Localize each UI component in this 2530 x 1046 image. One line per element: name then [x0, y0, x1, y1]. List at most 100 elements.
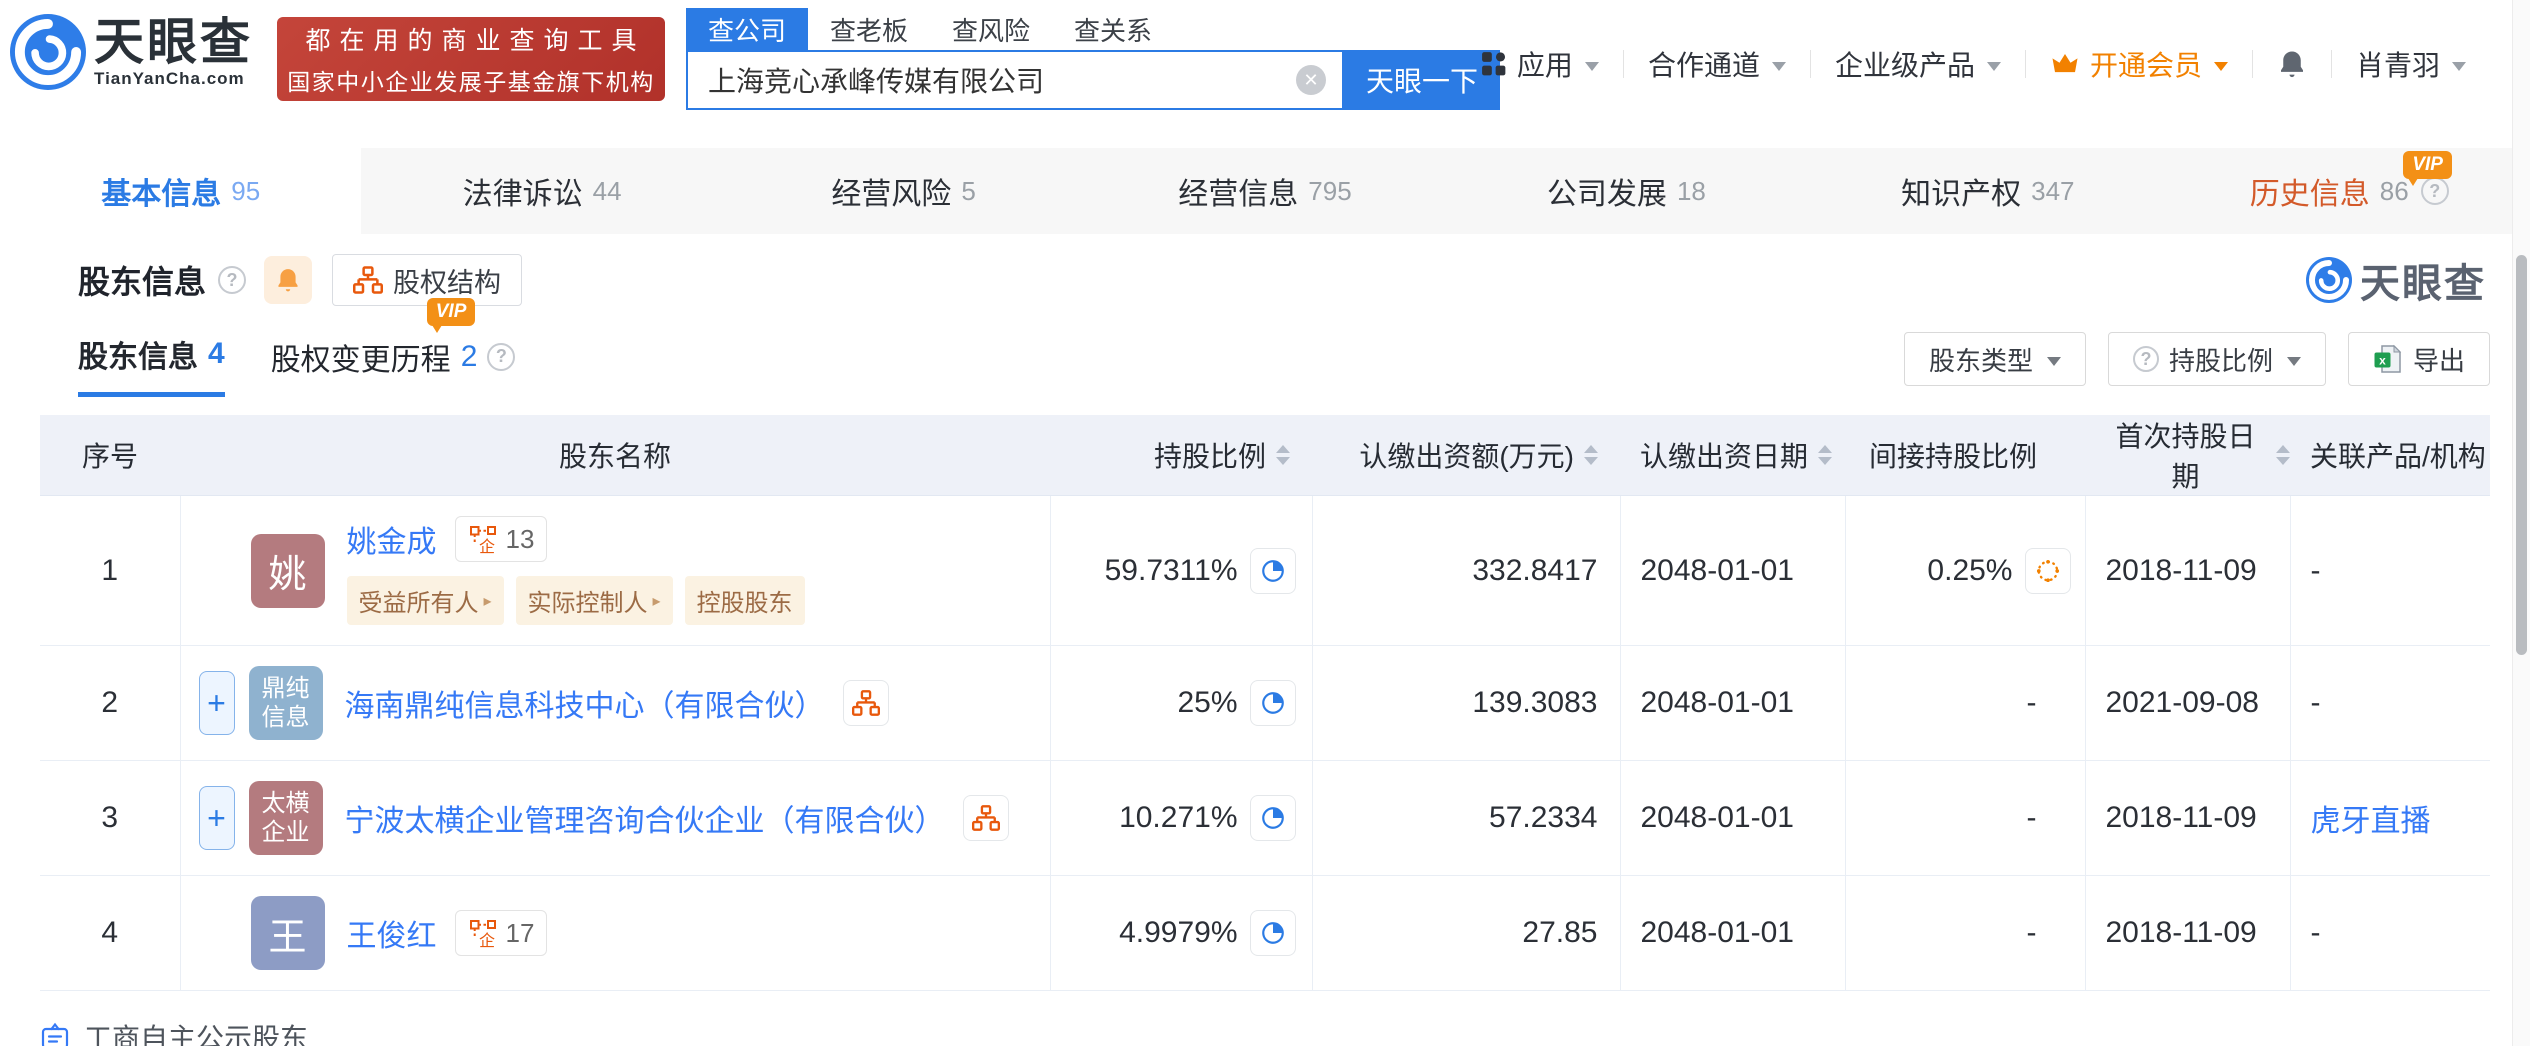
chevron-down-icon [2046, 356, 2061, 366]
row-seq: 3 [40, 760, 181, 876]
export-button[interactable]: x 导出 [2347, 332, 2490, 386]
tianyancha-logo-icon [2306, 257, 2352, 303]
search-tab-relation[interactable]: 查关系 [1052, 8, 1174, 50]
nav-apps[interactable]: 应用 [1457, 44, 1623, 84]
equity-structure-icon[interactable] [962, 795, 1009, 841]
search-tab-risk[interactable]: 查风险 [930, 8, 1052, 50]
col-header-subscribed-date[interactable]: 认缴出资日期 [1620, 415, 1845, 496]
avatar[interactable]: 鼎纯 信息 [248, 666, 323, 740]
tag-actual-controller[interactable]: 实际控制人 ▸ [515, 576, 673, 625]
col-header-subscribed-amount[interactable]: 认缴出资额(万元) [1312, 415, 1620, 496]
help-icon[interactable]: ? [487, 342, 516, 371]
tag-arrow-icon: ▸ [483, 592, 492, 610]
nav-enterprise-label: 企业级产品 [1834, 50, 1975, 81]
search-tabs: 查公司 查老板 查风险 查关系 [686, 8, 1500, 50]
help-icon[interactable]: ? [2420, 177, 2449, 205]
nav-user[interactable]: 肖青羽 [2332, 44, 2490, 84]
nav-open-vip[interactable]: 开通会员 [2026, 44, 2252, 84]
nav-username: 肖青羽 [2355, 50, 2440, 81]
tab-history-info[interactable]: VIP 历史信息 86 ? [2169, 148, 2530, 234]
sort-icon[interactable] [1276, 445, 1290, 465]
tab-operation-risk[interactable]: 经营风险 5 [723, 148, 1084, 234]
equity-structure-icon[interactable] [842, 680, 889, 726]
bell-icon [278, 269, 298, 292]
tab-basic-info[interactable]: 基本信息 95 [0, 148, 362, 234]
tab-operation-info[interactable]: 经营信息 795 [1084, 148, 1445, 234]
row-seq: 2 [40, 645, 181, 761]
avatar[interactable]: 姚 [250, 533, 325, 608]
search-input-value[interactable]: 上海竞心承峰传媒有限公司 [708, 60, 1296, 100]
subscribe-bell-button[interactable] [264, 256, 313, 304]
tag-arrow-icon: ▸ [652, 592, 661, 610]
indirect-ratio-value: 0.25% [1927, 553, 2013, 587]
indirect-holding-icon[interactable] [2024, 547, 2071, 594]
equity-structure-button[interactable]: 股权结构 [332, 254, 523, 306]
shareholder-type-dropdown[interactable]: 股东类型 [1903, 332, 2086, 386]
clear-search-icon[interactable]: ✕ [1296, 65, 1326, 95]
pie-chart-icon[interactable] [1249, 680, 1296, 726]
related-product-link[interactable]: 虎牙直播 [2311, 805, 2431, 838]
table-row: 1 姚 姚金成 企 13 受益所有人 ▸ 实际控制人 ▸ 控股股东 59.731… [40, 495, 2490, 646]
brand-name: 天眼查 [94, 14, 253, 70]
tianyancha-logo[interactable]: 天眼查 TianYanCha.com [10, 14, 253, 90]
svg-text:x: x [2379, 354, 2386, 368]
nav-apps-label: 应用 [1516, 50, 1573, 81]
scrollbar-thumb[interactable] [2516, 255, 2527, 655]
search-input[interactable]: 上海竞心承峰传媒有限公司 ✕ [686, 50, 1344, 110]
shareholder-name-link[interactable]: 海南鼎纯信息科技中心（有限合伙） [345, 681, 825, 725]
sort-icon[interactable] [1818, 445, 1833, 465]
shareholder-subtab-row: 股东信息 4 VIP 股权变更历程 2 ? 股东类型 ? 持股比例 x 导出 [0, 298, 2530, 397]
holding-ratio-value: 4.9979% [1119, 916, 1238, 949]
relation-count-badge[interactable]: 企 13 [454, 516, 548, 562]
tab-intellectual-property[interactable]: 知识产权 347 [1807, 148, 2168, 234]
help-icon[interactable]: ? [218, 266, 247, 294]
indirect-ratio-value: - [1845, 875, 2086, 991]
relation-count-badge[interactable]: 企 17 [454, 910, 548, 956]
expand-button[interactable]: + [198, 786, 235, 850]
sort-icon[interactable] [1584, 445, 1598, 465]
shareholder-name-link[interactable]: 姚金成 [347, 517, 437, 561]
tab-company-development[interactable]: 公司发展 18 [1446, 148, 1807, 234]
indirect-ratio-value: - [1845, 645, 2086, 761]
relation-graph-icon: 企 [469, 920, 496, 948]
pie-chart-icon[interactable] [1249, 547, 1296, 594]
related-products: - [2290, 495, 2490, 646]
subscribed-date: 2048-01-01 [1620, 760, 1846, 876]
nav-notifications[interactable] [2253, 49, 2331, 79]
section-title: 股东信息 [78, 264, 207, 300]
holding-ratio-value: 25% [1177, 686, 1238, 719]
search-tab-company[interactable]: 查公司 [686, 8, 809, 50]
nav-cooperation[interactable]: 合作通道 [1624, 44, 1810, 84]
grid-icon [1481, 51, 1507, 77]
brand-text: 天眼查 TianYanCha.com [94, 15, 253, 89]
col-header-holding-ratio[interactable]: 持股比例 [1050, 415, 1312, 496]
search-tab-boss[interactable]: 查老板 [808, 8, 930, 50]
tag-controlling-shareholder[interactable]: 控股股东 [684, 576, 805, 625]
subtab-shareholder-info[interactable]: 股东信息 4 [78, 332, 225, 397]
row-seq: 4 [40, 875, 181, 991]
top-nav: 应用 合作通道 企业级产品 开通会员 肖青羽 [1457, 36, 2490, 92]
pie-chart-icon[interactable] [1249, 910, 1296, 956]
clipboard-icon [41, 1022, 69, 1046]
avatar[interactable]: 太横 企业 [248, 781, 323, 855]
expand-button[interactable]: + [198, 671, 235, 735]
shareholder-name-link[interactable]: 宁波太横企业管理咨询合伙企业（有限合伙） [345, 796, 945, 840]
avatar[interactable]: 王 [250, 896, 325, 970]
holding-ratio-value: 10.271% [1119, 801, 1238, 834]
promo-line2: 国家中小企业发展子基金旗下机构 [287, 69, 655, 95]
subtab-equity-change-history[interactable]: VIP 股权变更历程 2 ? [271, 298, 516, 397]
col-header-first-holding-date[interactable]: 首次持股日期 [2085, 415, 2290, 496]
scrollbar-track[interactable] [2512, 0, 2530, 1046]
shareholder-name-link[interactable]: 王俊红 [347, 911, 437, 955]
tab-legal-proceedings[interactable]: 法律诉讼 44 [361, 148, 722, 234]
pie-chart-icon[interactable] [1249, 795, 1296, 841]
sort-icon[interactable] [2276, 445, 2290, 465]
tag-beneficial-owner[interactable]: 受益所有人 ▸ [346, 576, 504, 625]
holding-ratio-dropdown[interactable]: ? 持股比例 [2107, 332, 2326, 386]
first-holding-date: 2018-11-09 [2085, 495, 2291, 646]
subscribed-amount: 27.85 [1312, 875, 1621, 991]
self-disclosed-shareholders: 工商自主公示股东 [40, 1017, 2530, 1046]
watermark-text: 天眼查 [2360, 262, 2486, 306]
nav-enterprise[interactable]: 企业级产品 [1811, 44, 2025, 84]
crown-icon [2050, 49, 2080, 79]
